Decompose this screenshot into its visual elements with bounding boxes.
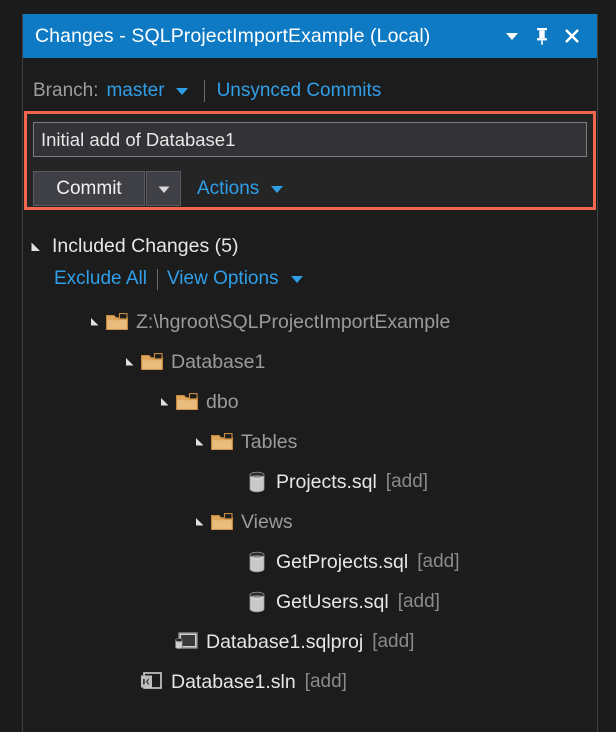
tree-row-label: Database1.sqlproj bbox=[206, 630, 364, 653]
sql-file-icon bbox=[246, 550, 268, 574]
expander-expanded-icon[interactable] bbox=[191, 436, 209, 448]
actions-label: Actions bbox=[197, 177, 260, 199]
folder-icon bbox=[175, 392, 199, 412]
window-dropdown-button[interactable] bbox=[497, 21, 527, 51]
included-changes-header[interactable]: Included Changes (5) bbox=[30, 235, 238, 258]
tree-row-label: dbo bbox=[206, 390, 239, 413]
window-title-bar: Changes - SQLProjectImportExample (Local… bbox=[23, 14, 597, 58]
included-changes-actions: Exclude All View Options bbox=[54, 268, 305, 290]
folder-icon bbox=[140, 352, 164, 372]
branch-bar: Branch: master Unsynced Commits bbox=[23, 74, 597, 108]
solution-file-icon bbox=[139, 670, 165, 694]
tree-row-icon bbox=[244, 470, 270, 494]
branch-label: Branch: bbox=[33, 80, 99, 101]
commit-button-label: Commit bbox=[56, 177, 122, 199]
chevron-down-icon[interactable] bbox=[289, 271, 305, 287]
tree-row[interactable]: dbo bbox=[23, 382, 597, 422]
tree-row-icon bbox=[244, 590, 270, 614]
sql-file-icon bbox=[246, 470, 268, 494]
commit-message-input[interactable] bbox=[33, 122, 587, 157]
tree-row[interactable]: Z:\hgroot\SQLProjectImportExample bbox=[23, 302, 597, 342]
actions-menu[interactable]: Actions bbox=[197, 171, 285, 206]
tree-row-label: Database1.sln bbox=[171, 670, 296, 693]
tree-row[interactable]: Database1 bbox=[23, 342, 597, 382]
branch-separator bbox=[203, 80, 205, 102]
window-left-gutter bbox=[0, 0, 22, 732]
tree-row-label: Database1 bbox=[171, 350, 266, 373]
status-badge: [add] bbox=[304, 671, 347, 692]
expander-expanded-icon[interactable] bbox=[86, 316, 104, 328]
tree-row-label: Views bbox=[241, 510, 293, 533]
tree-row-label: Projects.sql bbox=[276, 470, 377, 493]
changes-tree[interactable]: Z:\hgroot\SQLProjectImportExample Databas… bbox=[23, 302, 597, 702]
window-top-strip bbox=[0, 0, 616, 14]
tree-row-icon bbox=[174, 630, 200, 654]
commit-dropdown-button[interactable] bbox=[146, 171, 181, 206]
tree-row-icon bbox=[174, 392, 200, 412]
tree-row-label: GetUsers.sql bbox=[276, 590, 389, 613]
chevron-down-icon[interactable] bbox=[174, 83, 190, 99]
expander-expanded-icon[interactable] bbox=[191, 516, 209, 528]
status-badge: [add] bbox=[385, 471, 429, 492]
chevron-down-icon bbox=[269, 181, 285, 197]
folder-icon bbox=[210, 432, 234, 452]
window-right-rule bbox=[597, 14, 598, 732]
status-badge: [add] bbox=[397, 591, 440, 612]
unsynced-commits-link[interactable]: Unsynced Commits bbox=[217, 80, 382, 102]
branch-name[interactable]: master bbox=[106, 80, 164, 102]
tree-row-label: Z:\hgroot\SQLProjectImportExample bbox=[136, 310, 451, 333]
folder-icon bbox=[210, 512, 234, 532]
expander-expanded-icon[interactable] bbox=[156, 396, 174, 408]
view-options-link[interactable]: View Options bbox=[167, 268, 279, 290]
included-changes-title: Included Changes (5) bbox=[52, 235, 239, 257]
tree-row[interactable]: Database1.sqlproj [add] bbox=[23, 622, 597, 662]
tree-row-icon bbox=[104, 312, 130, 332]
chevron-down-icon bbox=[158, 186, 169, 193]
tree-row-label: Tables bbox=[241, 430, 298, 453]
tree-row[interactable]: Projects.sql [add] bbox=[23, 462, 597, 502]
tree-row[interactable]: GetUsers.sql [add] bbox=[23, 582, 597, 622]
expander-expanded-icon[interactable] bbox=[30, 241, 42, 253]
close-icon[interactable] bbox=[557, 21, 587, 51]
commit-button[interactable]: Commit bbox=[33, 171, 145, 206]
expander-expanded-icon[interactable] bbox=[121, 356, 139, 368]
status-badge: [add] bbox=[372, 631, 415, 652]
sqlproj-file-icon bbox=[174, 630, 200, 654]
sql-file-icon bbox=[246, 590, 268, 614]
tree-row-icon bbox=[209, 432, 235, 452]
changes-tool-window: Changes - SQLProjectImportExample (Local… bbox=[0, 0, 616, 732]
tree-row[interactable]: Database1.sln [add] bbox=[23, 662, 597, 702]
tree-row[interactable]: GetProjects.sql [add] bbox=[23, 542, 597, 582]
tree-row-label: GetProjects.sql bbox=[276, 550, 409, 573]
tree-row-icon bbox=[139, 352, 165, 372]
folder-icon bbox=[105, 312, 129, 332]
exclude-all-link[interactable]: Exclude All bbox=[54, 268, 147, 290]
tree-row-icon bbox=[209, 512, 235, 532]
page-title: Changes - SQLProjectImportExample (Local… bbox=[35, 24, 431, 47]
window-right-gutter bbox=[598, 0, 616, 732]
tree-row-icon bbox=[139, 670, 165, 694]
pin-icon[interactable] bbox=[527, 21, 557, 51]
actions-separator bbox=[156, 268, 158, 290]
status-badge: [add] bbox=[417, 551, 460, 572]
tree-row-icon bbox=[244, 550, 270, 574]
tree-row[interactable]: Views bbox=[23, 502, 597, 542]
tree-row[interactable]: Tables bbox=[23, 422, 597, 462]
